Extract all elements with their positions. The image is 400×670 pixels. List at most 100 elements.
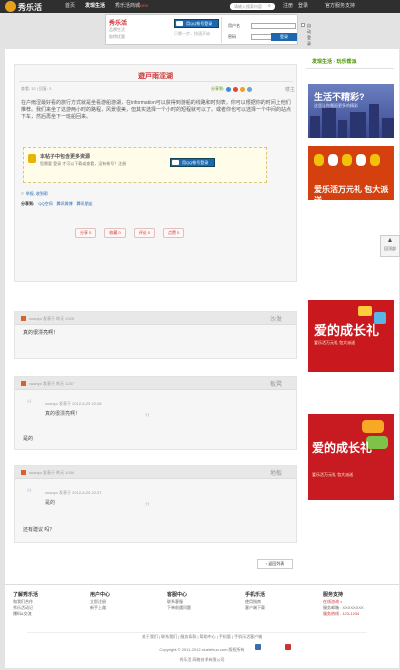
quote-block: “ xuanyo 发表于 2012-6-29 22:37 是的 ”: [27, 486, 177, 516]
footer-link[interactable]: 客户端下载: [245, 605, 265, 611]
post-title: 遊戸雨涩湖: [138, 73, 173, 80]
footer-col: 了解秀乐活 和我们合作 秀乐活动记 爆料&交流: [13, 592, 39, 617]
login-tagline-2: 取得优惠: [109, 34, 125, 39]
reply-card: xuanyo 发表于 昨天 1034 地板 “ xuanyo 发表于 2012-…: [14, 465, 297, 543]
hidden-title: 本帖子中包含更多资源: [40, 154, 91, 160]
hidden-content-box: 本帖子中包含更多资源 您需要 登录 才可以下载或查看，没有帐号？注册 用QQ帐号…: [23, 147, 267, 183]
nav-discover[interactable]: 发现生活: [80, 0, 110, 13]
qq-icon: [172, 160, 179, 165]
login-button[interactable]: 登录: [271, 33, 297, 41]
qq-login-hint: 只需一步，快速开始: [174, 31, 210, 36]
back-to-top-button[interactable]: ▲ 回顶部: [380, 235, 400, 257]
footer-link[interactable]: 爆料&交流: [13, 611, 38, 617]
divider: [221, 17, 222, 43]
auto-login-checkbox[interactable]: [301, 23, 305, 27]
reply-meta: xuanyo 发表于 昨天 1025: [29, 316, 75, 321]
username-input[interactable]: [251, 23, 296, 29]
reply-card: xuanyo 发表于 昨天 1237 板凳 “ xuanyo 发表于 2012-…: [14, 376, 297, 450]
qzone-icon[interactable]: [226, 86, 232, 92]
avatar: [21, 470, 26, 475]
reply-text: 还有建议 吗？: [23, 527, 55, 533]
nav-home[interactable]: 首页: [60, 0, 80, 13]
back-to-list-button[interactable]: ‹ 返回列表: [257, 559, 293, 569]
reply-text: 真的很漂亮啊！: [23, 330, 59, 336]
footer-links[interactable]: 关于我们 | 联系我们 | 服务条款 | 帮助中心 | 手机版 | 手机乐活客户…: [5, 634, 399, 640]
login-link[interactable]: 登录: [298, 0, 308, 13]
footer-link[interactable]: 新手上路: [90, 605, 110, 611]
post-actions: 分享 0 收藏 0 评论 0 点赞 0: [75, 228, 185, 238]
floor-label: 楼主: [285, 87, 296, 93]
reply-meta: xuanyo 发表于 昨天 1237: [29, 381, 75, 386]
divider: [19, 81, 293, 82]
nav-mall[interactable]: 秀乐活商城NEW: [110, 0, 153, 13]
qq-login-button[interactable]: 用QQ帐号登录: [170, 158, 215, 167]
crumb-group[interactable]: 玩乐帮派: [336, 59, 356, 65]
report-link[interactable]: ⚐ 举报, 收到帮: [21, 191, 48, 197]
footer-col: 服务支持 在线咨询 × 服务邮箱 : XXXXXXXX 服务热线 : 123-1…: [323, 592, 364, 616]
breadcrumb: 发现生活 › 玩乐帮派: [306, 56, 394, 69]
username-label: 用户名: [228, 23, 240, 28]
quote-close-icon: ”: [145, 410, 150, 426]
comment-button[interactable]: 评论 0: [133, 228, 156, 238]
footer: 了解秀乐活 和我们合作 秀乐活动记 爆料&交流 用户中心 立即注册 新手上路 客…: [5, 584, 399, 668]
share-bar: 分享到: QQ空间 腾讯微博 腾讯朋友: [21, 201, 93, 207]
site-logo[interactable]: 秀乐活: [5, 1, 45, 12]
footer-col: 客服中心 联系客服 下单前遇问题: [167, 592, 191, 611]
ad-banner-gift[interactable]: 爱乐活万元礼 包大派送: [308, 146, 394, 200]
divider: [27, 632, 367, 633]
avatar: [21, 316, 26, 321]
share-qzone[interactable]: QQ空间: [38, 201, 52, 207]
auto-login-label: 自动登录: [307, 23, 311, 46]
reply-text: 是的: [23, 436, 34, 442]
quote-meta: xuanyo 发表于 2012-6-29 22:37: [45, 490, 102, 495]
new-badge: NEW: [140, 4, 149, 8]
floor-label: 地板: [270, 471, 283, 477]
share-button[interactable]: 分享 0: [75, 228, 97, 238]
quote-open-icon: “: [27, 396, 32, 412]
qq-login-button[interactable]: 用QQ帐号登录: [174, 19, 219, 28]
qq-icon: [176, 21, 183, 26]
share-weibo[interactable]: 腾讯微博: [57, 201, 73, 207]
ad-banner-toys[interactable]: 爱的成长礼 爱乐活万元礼 包大派送: [308, 414, 394, 500]
quote-text: 真的很漂亮啊！: [45, 411, 81, 417]
login-tagline: 品牌生活: [109, 27, 125, 32]
footer-phone: 服务热线 : 123-1234: [323, 611, 360, 616]
service-link[interactable]: 官方服务支持: [325, 0, 355, 13]
quote-text: 是的: [45, 500, 56, 506]
friend-icon[interactable]: [247, 86, 253, 92]
post-body: 在户雨涩最好看的旅行方式就是坐看游船游湖，在information可以获得到游船…: [21, 100, 292, 120]
floor-label: 沙发: [270, 317, 283, 323]
crumb-discover[interactable]: 发现生活: [312, 59, 332, 65]
ad-banner-growth[interactable]: 爱的成长礼 爱乐活万元礼 包大派送: [308, 300, 394, 372]
floor-label: 板凳: [270, 382, 283, 388]
favorite-button[interactable]: 收藏 0: [104, 228, 126, 238]
post-card: 遊戸雨涩湖 查看: 32 | 回复: 3 分享到: 楼主 在户雨涩最好看的旅行方…: [14, 64, 297, 282]
top-nav: 秀乐活 首页 发现生活 秀乐活商城NEW 请输入搜索内容 ⌕ 注册 登录 官方服…: [0, 0, 400, 13]
footer-link[interactable]: 下单前遇问题: [167, 605, 191, 611]
ad-banner-city[interactable]: 生活不精彩? 这里让你邂逅更多的精彩: [308, 84, 394, 138]
quote-meta: xuanyo 发表于 2012-6-29 22:28: [45, 401, 102, 406]
copyright: Copyright © 2011-2012 xiuelehuo.com 版权所有: [159, 647, 245, 652]
register-link[interactable]: 注册: [283, 0, 293, 13]
quote-open-icon: “: [27, 485, 32, 501]
lock-icon: [28, 154, 36, 163]
login-bar: 秀乐活 品牌生活 取得优惠 用QQ帐号登录 只需一步，快速开始 用户名 密码 自…: [105, 14, 311, 46]
rss-icon[interactable]: [240, 86, 246, 92]
footer-col: 用户中心 立即注册 新手上路: [90, 592, 111, 611]
share-icons: 分享到:: [211, 86, 253, 92]
reply-card: xuanyo 发表于 昨天 1025 沙发 真的很漂亮啊！: [14, 311, 297, 359]
hidden-text[interactable]: 您需要 登录 才可以下载或查看，没有帐号？注册: [40, 161, 126, 167]
like-button[interactable]: 点赞 0: [163, 228, 185, 238]
reply-meta: xuanyo 发表于 昨天 1034: [29, 470, 75, 475]
footer-col: 手机乐活 使用指南 客户端下载: [245, 592, 266, 611]
avatar: [21, 381, 26, 386]
company-name: 秀乐活 网络技术有限公司: [179, 657, 225, 662]
arrow-up-icon: ▲: [386, 237, 394, 244]
quote-close-icon: ”: [145, 499, 150, 515]
weibo-icon[interactable]: [233, 86, 239, 92]
search-icon[interactable]: ⌕: [268, 3, 275, 10]
post-stats: 查看: 32 | 回复: 3: [21, 86, 52, 91]
top-right-links: 注册 登录 官方服务支持: [283, 0, 355, 13]
password-label: 密码: [228, 34, 236, 39]
share-friend[interactable]: 腾讯朋友: [77, 201, 93, 207]
